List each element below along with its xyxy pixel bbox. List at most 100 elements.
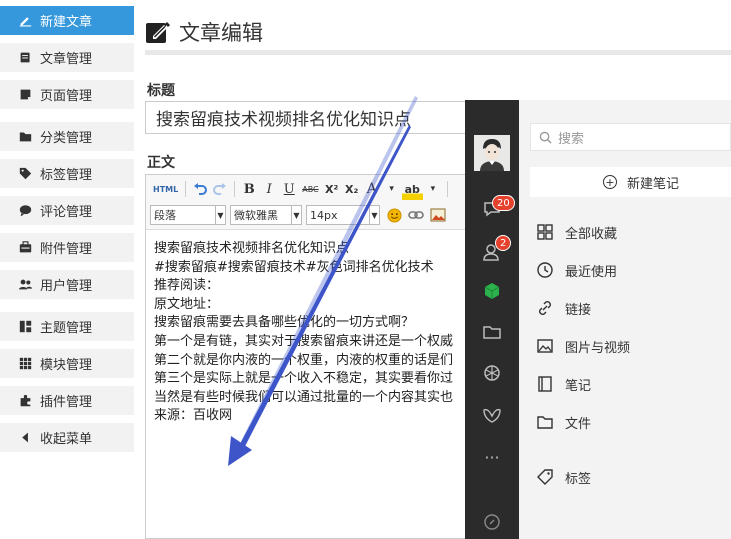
collapse-icon [18,431,32,445]
folder-icon [18,130,32,144]
cube-icon[interactable] [480,279,504,303]
menu-item-recent[interactable]: 最近使用 [535,258,617,282]
sidebar-item-user-manage[interactable]: 用户管理 [0,270,134,299]
menu-item-notes[interactable]: 笔记 [535,372,591,396]
sidebar-item-collapse-menu[interactable]: 收起菜单 [0,423,134,452]
aperture-icon[interactable] [480,361,504,385]
sidebar-item-theme-manage[interactable]: 主题管理 [0,312,134,341]
notes-search-input[interactable]: 搜索 [530,123,731,151]
content-line: 当然是有些时候我们可以通过批量的一个内容其实也 [154,389,454,405]
image-button[interactable] [427,204,449,226]
edit-icon [18,14,32,28]
note-icon [535,374,555,394]
sidebar-item-article-manage[interactable]: 文章管理 [0,43,134,72]
image-icon [430,208,446,222]
sidebar-item-label: 标签管理 [40,168,93,183]
settings-icon[interactable] [480,510,504,534]
tag-outline-icon [535,467,555,487]
content-line: 第二个就是你内液的一个权重，内液的权重的话是们 [154,352,454,368]
redo-button[interactable] [210,178,230,200]
page-title: 文章编辑 [145,14,263,50]
sidebar-item-new-article[interactable]: 新建文章 [0,6,134,35]
html-source-button[interactable]: HTML [150,178,181,200]
plugin-icon [18,394,32,408]
sidebar-item-label: 模块管理 [40,358,93,373]
sidebar-item-label: 用户管理 [40,279,93,294]
more-icon[interactable]: ··· [480,445,504,469]
sidebar-item-category-manage[interactable]: 分类管理 [0,122,134,151]
image-icon [535,336,555,356]
users-icon [18,278,32,292]
sidebar-item-attachment-manage[interactable]: 附件管理 [0,233,134,262]
article-icon [18,51,32,65]
sidebar-item-comment-manage[interactable]: 评论管理 [0,196,134,225]
sidebar-item-label: 附件管理 [40,242,93,257]
redo-icon [213,183,227,195]
page: 新建文章 文章管理 页面管理 分类管理 标签管理 评论管理 附件管理 用户管理 [0,0,731,539]
menu-item-files[interactable]: 文件 [535,410,591,434]
sidebar-item-module-manage[interactable]: 模块管理 [0,349,134,378]
file-folder-icon [535,412,555,432]
divider [145,50,731,55]
chevron-down-icon: ▼ [215,206,225,224]
theme-icon [18,320,32,334]
undo-icon [194,183,208,195]
page-icon [18,88,32,102]
title-label: 标题 [147,83,175,99]
messages-badge: 20 [492,195,515,211]
highlight-dropdown[interactable]: ▾ [423,178,443,200]
sidebar-item-plugin-manage[interactable]: 插件管理 [0,386,134,415]
font-color-dropdown[interactable]: ▾ [382,178,402,200]
content-line: 搜索留痕技术视频排名优化知识点 [154,241,350,256]
comment-icon [18,204,32,218]
bold-button[interactable]: B [239,178,259,200]
menu-item-all-favorites[interactable]: 全部收藏 [535,220,617,244]
subscript-button[interactable]: X₂ [342,178,362,200]
paragraph-select[interactable]: 段落 ▼ [150,205,226,225]
link-icon [408,211,424,219]
sidebar-item-label: 新建文章 [40,15,93,30]
emoji-icon [387,207,402,223]
content-line: 推荐阅读： [154,278,220,294]
plus-icon: + [603,175,617,189]
module-icon [18,357,32,371]
sidebar-item-tag-manage[interactable]: 标签管理 [0,159,134,188]
link-button[interactable] [405,204,427,226]
sidebar: 新建文章 文章管理 页面管理 分类管理 标签管理 评论管理 附件管理 用户管理 [0,0,134,539]
sidebar-item-label: 页面管理 [40,89,93,104]
editor-content[interactable]: 搜索留痕技术视频排名优化知识点 #搜索留痕#搜索留痕技术#灰色词排名优化技术 推… [154,240,453,426]
font-color-button[interactable]: A [362,178,382,200]
folder-icon[interactable] [480,320,504,344]
emoji-button[interactable] [384,204,405,226]
link-icon [535,298,555,318]
strikethrough-button[interactable]: ABC [299,178,321,200]
highlight-button[interactable]: ab [401,178,423,200]
sidebar-item-label: 文章管理 [40,52,93,67]
new-note-button[interactable]: + 新建笔记 [530,167,731,197]
sidebar-item-label: 收起菜单 [40,432,93,447]
content-line: 原文地址： [154,296,220,312]
menu-item-tags[interactable]: 标签 [535,465,591,489]
menu-item-images-videos[interactable]: 图片与视频 [535,334,630,358]
underline-button[interactable]: U [279,178,299,200]
butterfly-icon[interactable] [480,404,504,428]
font-size-select[interactable]: 14px ▼ [306,205,380,225]
sidebar-item-label: 分类管理 [40,131,93,146]
content-line: #搜索留痕#搜索留痕技术#灰色词排名优化技术 [154,259,434,275]
grid-icon [535,222,555,242]
font-family-select[interactable]: 微软雅黑 ▼ [230,205,302,225]
body-label: 正文 [147,155,175,171]
content-line: 搜索留痕需要去具备哪些优化的一切方式啊？ [154,315,415,331]
avatar[interactable] [474,135,510,171]
sidebar-item-page-manage[interactable]: 页面管理 [0,80,134,109]
superscript-button[interactable]: X² [322,178,342,200]
tag-icon [18,167,32,181]
menu-item-links[interactable]: 链接 [535,296,591,320]
italic-button[interactable]: I [259,178,279,200]
undo-button[interactable] [190,178,210,200]
sidebar-item-label: 评论管理 [40,205,93,220]
chevron-down-icon: ▼ [369,206,379,224]
chevron-down-icon: ▼ [291,206,301,224]
content-line: 第三个是实际上就是一个收入不稳定，其实要看你过 [154,371,454,387]
content-line: 第一个是有链，其实对于搜索留痕来讲还是一个权威 [154,333,454,349]
